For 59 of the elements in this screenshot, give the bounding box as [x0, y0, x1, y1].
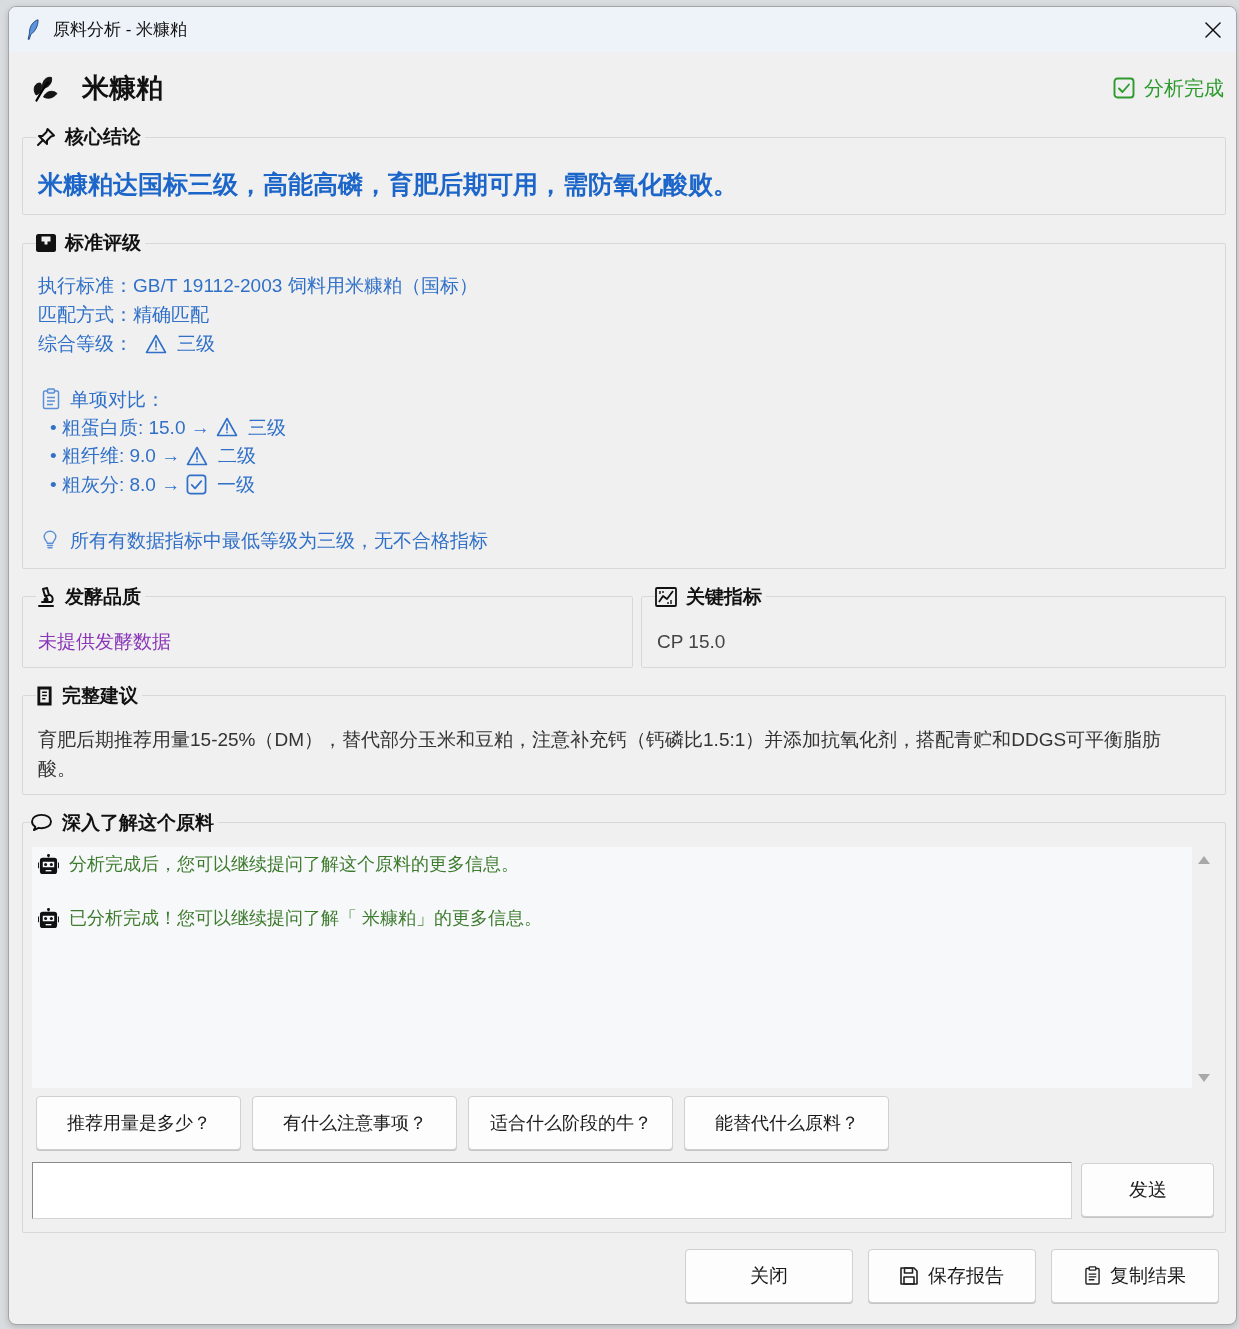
document-icon — [36, 685, 53, 706]
lightbulb-icon — [43, 530, 57, 550]
warning-icon — [186, 445, 209, 466]
footer-button[interactable]: 复制结果 — [1051, 1248, 1219, 1303]
warning-icon — [215, 417, 238, 438]
clipboard-icon — [1084, 1266, 1100, 1285]
tray-icon — [36, 234, 56, 252]
metrics-text: CP 15.0 — [657, 629, 727, 654]
chart-icon — [655, 586, 677, 607]
fermentation-text: 未提供发酵数据 — [38, 629, 172, 654]
message-text: 已分析完成！您可以继续提问了解「 米糠粕」的更多信息。 — [69, 907, 542, 930]
chat-bubble-icon — [30, 813, 53, 832]
footer-button[interactable]: 保存报告 — [868, 1248, 1036, 1303]
robot-icon — [38, 853, 59, 875]
advice-text: 育肥后期推荐用量15-25%（DM），替代部分玉米和豆粕，注意补充钙（钙磷比1.5:1）并添加抗氧化剂，搭配青贮和DDGS可平衡脂肪酸。 — [38, 727, 1163, 781]
section-heading: 完整建议 — [62, 683, 138, 708]
note-text: 所有有数据指标中最低等级为三级，无不合格指标 — [70, 528, 488, 553]
comparison-text: • 粗灰分: 8.0 → — [50, 472, 181, 497]
grade-text: 一级 — [217, 472, 256, 497]
comparison-text: • 粗蛋白质: 15.0 → — [50, 415, 210, 440]
footer-button[interactable]: 关闭 — [685, 1248, 853, 1303]
warning-icon — [145, 333, 167, 354]
suggestion-button[interactable]: 有什么注意事项？ — [252, 1095, 457, 1150]
material-title: 米糠粕 — [82, 72, 163, 105]
send-button[interactable]: 发送 — [1081, 1163, 1214, 1217]
scroll-up-icon[interactable] — [1198, 855, 1210, 864]
field-label: 综合等级： — [38, 332, 133, 356]
suggestion-button[interactable]: 能替代什么原料？ — [684, 1095, 889, 1150]
field-value: 精确匹配 — [133, 303, 209, 327]
comparison-heading: 单项对比： — [70, 387, 165, 412]
scroll-down-icon[interactable] — [1198, 1073, 1210, 1082]
section-heading: 核心结论 — [65, 125, 141, 149]
field-label: 匹配方式： — [38, 303, 133, 327]
feather-icon — [27, 19, 39, 40]
field-value: 三级 — [177, 332, 215, 356]
suggestion-button[interactable]: 推荐用量是多少？ — [36, 1095, 241, 1150]
message-text: 分析完成后，您可以继续提问了解这个原料的更多信息。 — [69, 853, 519, 876]
microscope-icon — [36, 586, 56, 607]
pin-icon — [36, 127, 56, 147]
close-icon — [1205, 21, 1221, 38]
check-box-icon — [1113, 77, 1135, 99]
leaves-icon — [32, 74, 58, 102]
comparison-text: • 粗纤维: 9.0 → — [50, 444, 181, 469]
field-label: 执行标准： — [38, 274, 133, 298]
clipboard-icon — [42, 388, 60, 410]
message-input[interactable] — [32, 1161, 1072, 1219]
check-box-icon — [186, 473, 208, 495]
window-title: 原料分析 - 米糠粕 — [53, 19, 188, 41]
section-heading: 发酵品质 — [65, 584, 141, 609]
suggestion-button[interactable]: 适合什么阶段的牛？ — [468, 1095, 673, 1150]
section-heading: 深入了解这个原料 — [62, 810, 214, 835]
conclusion-text: 米糠粕达国标三级，高能高磷，育肥后期可用，需防氧化酸败。 — [38, 169, 739, 200]
robot-icon — [38, 907, 59, 929]
field-value: GB/T 19112-2003 饲料用米糠粕（国标） — [133, 274, 478, 298]
section-heading: 关键指标 — [686, 584, 762, 609]
grade-text: 三级 — [247, 415, 286, 440]
section-heading: 标准评级 — [65, 231, 141, 255]
grade-text: 二级 — [218, 444, 257, 469]
status-label: 分析完成 — [1144, 75, 1224, 101]
